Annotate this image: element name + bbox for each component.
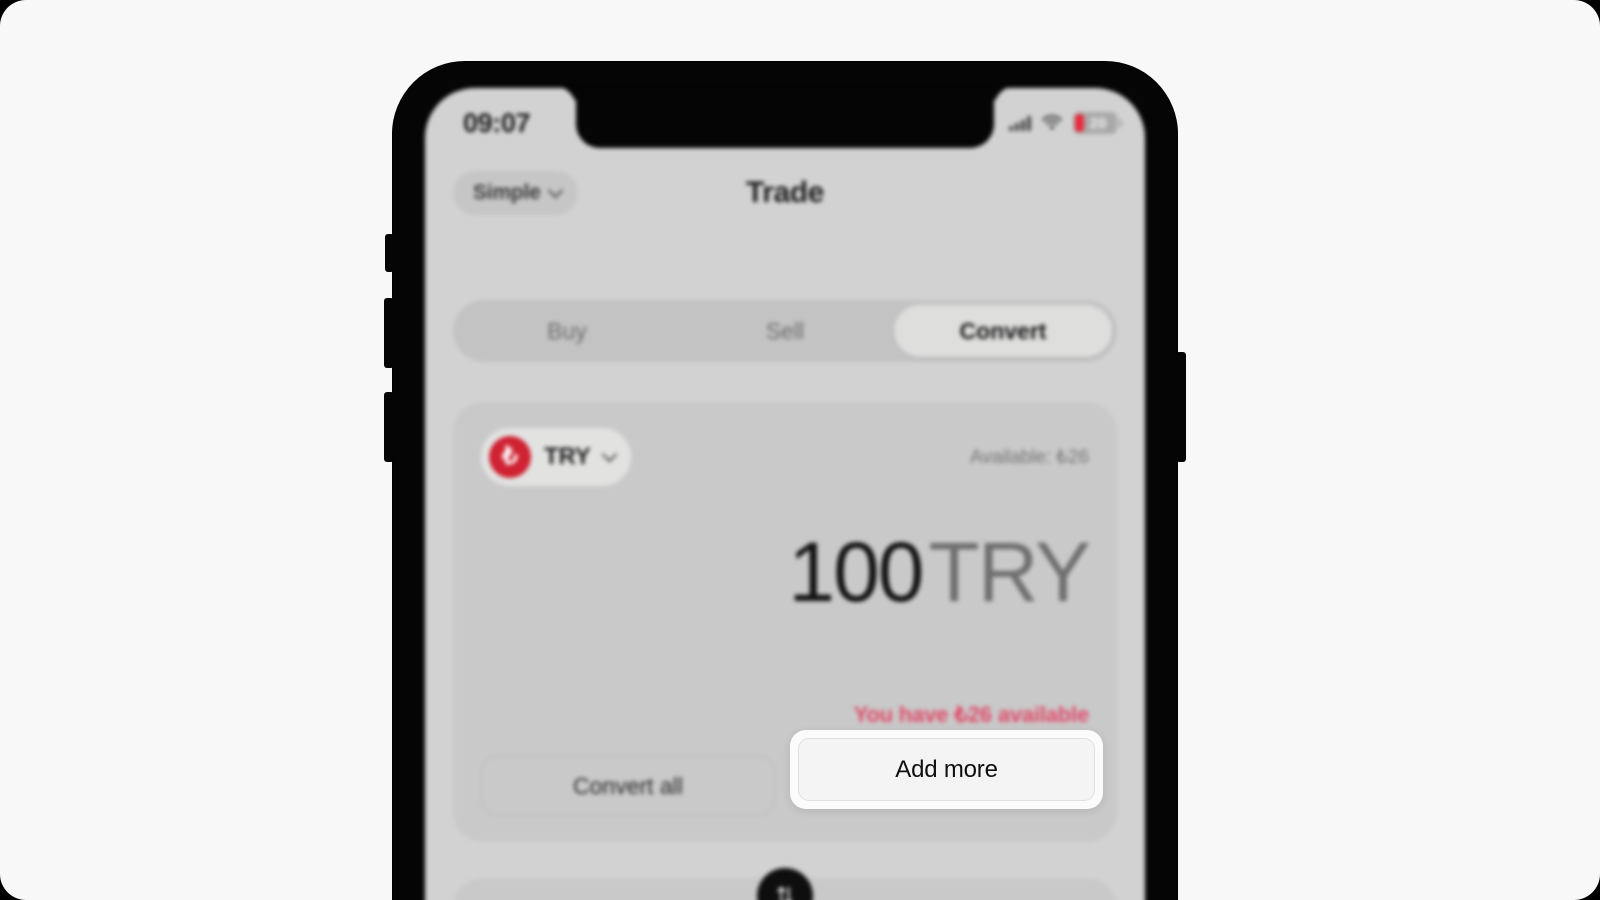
mode-selector-simple[interactable]: Simple	[453, 171, 578, 215]
page-title: Trade	[745, 176, 825, 209]
trade-mode-segmented-control[interactable]: Buy Sell Convert	[453, 300, 1117, 362]
amount-input[interactable]: 100 TRY	[788, 525, 1091, 619]
volume-down-button[interactable]	[384, 392, 394, 462]
chevron-down-icon	[601, 446, 617, 462]
status-bar-time: 09:07	[463, 107, 531, 138]
tab-sell[interactable]: Sell	[676, 305, 894, 357]
amount-value: 100	[788, 525, 924, 619]
power-button[interactable]	[1176, 352, 1186, 462]
convert-all-button[interactable]: Convert all	[481, 756, 775, 816]
available-balance-label: Available: ₺26	[969, 446, 1089, 468]
swap-currencies-button[interactable]	[757, 868, 813, 900]
wifi-icon	[1042, 115, 1062, 130]
add-more-highlight-overlay: Add more	[790, 730, 1103, 809]
add-more-button[interactable]: Add more	[798, 738, 1095, 801]
amount-currency-label: TRY	[928, 525, 1091, 619]
page-backdrop: 09:07 20 Simple Trade Buy Sell Convert ₺…	[0, 0, 1600, 900]
convert-from-header: ₺ TRY Available: ₺26	[481, 428, 1089, 486]
currency-selector-try[interactable]: ₺ TRY	[481, 428, 631, 486]
tab-convert[interactable]: Convert	[894, 305, 1112, 357]
chevron-down-icon	[547, 182, 563, 198]
currency-code-label: TRY	[544, 443, 591, 470]
volume-up-button[interactable]	[384, 298, 394, 368]
mute-switch-button[interactable]	[385, 234, 394, 272]
signal-bars-icon	[1009, 115, 1031, 131]
phone-device-frame: 09:07 20 Simple Trade Buy Sell Convert ₺…	[384, 62, 1186, 900]
status-bar-indicators: 20	[1009, 112, 1122, 134]
battery-percent-label: 20	[1089, 114, 1107, 132]
insufficient-balance-error: You have ₺26 available	[853, 702, 1090, 727]
swap-vertical-arrows-icon	[777, 886, 790, 900]
turkish-lira-coin-icon: ₺	[489, 436, 531, 478]
battery-low-icon: 20	[1073, 112, 1122, 134]
tab-buy[interactable]: Buy	[458, 305, 676, 357]
mode-selector-label: Simple	[473, 181, 541, 204]
navigation-bar: Simple Trade	[425, 150, 1145, 236]
display-notch	[576, 88, 994, 148]
